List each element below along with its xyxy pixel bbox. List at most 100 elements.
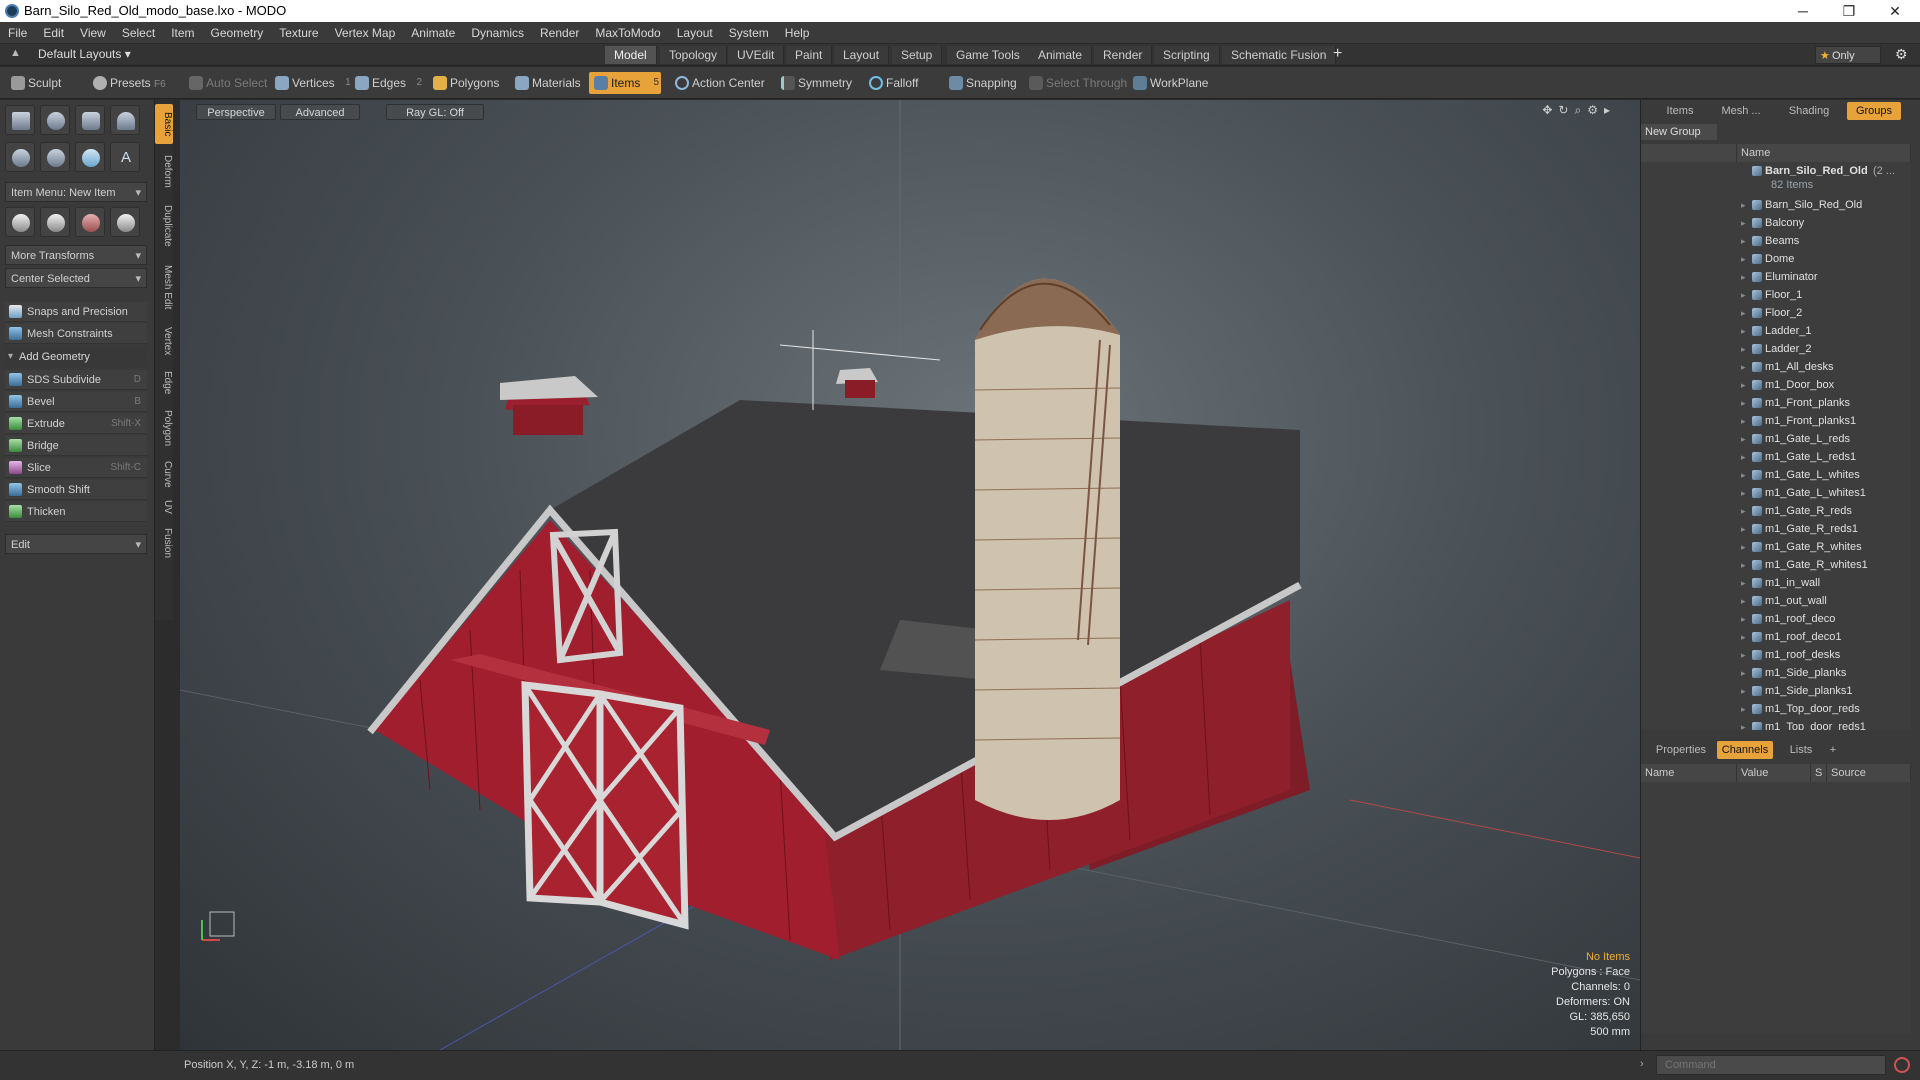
list-item[interactable]: ▸ m1_Top_door_reds	[1641, 700, 1911, 718]
list-item[interactable]: ▸ Beams	[1641, 232, 1911, 250]
menu-select[interactable]: Select	[114, 22, 163, 44]
rotate-tool-icon[interactable]	[40, 207, 70, 237]
menu-view[interactable]: View	[72, 22, 114, 44]
list-item[interactable]: ▸ m1_Door_box	[1641, 376, 1911, 394]
more-transforms-dropdown[interactable]: More Transforms	[5, 245, 147, 266]
menu-layout[interactable]: Layout	[669, 22, 721, 44]
list-item[interactable]: ▸ Barn_Silo_Red_Old	[1641, 196, 1911, 214]
tab-animate[interactable]: Animate	[1029, 46, 1093, 64]
list-item[interactable]: ▸ m1_roof_deco	[1641, 610, 1911, 628]
vtab-polygon[interactable]: Polygon	[155, 404, 173, 452]
tab-uvedit[interactable]: UVEdit	[728, 46, 785, 64]
tab-topology[interactable]: Topology	[660, 46, 728, 64]
list-item[interactable]: ▸ m1_Gate_L_reds	[1641, 430, 1911, 448]
tab-game-tools[interactable]: Game Tools	[947, 46, 1030, 64]
list-item[interactable]: ▸ Ladder_2	[1641, 340, 1911, 358]
list-item[interactable]: ▸ m1_Front_planks	[1641, 394, 1911, 412]
tab-model[interactable]: Model	[605, 46, 657, 64]
minimize-button[interactable]: ─	[1780, 0, 1826, 22]
list-item[interactable]: ▸ Balcony	[1641, 214, 1911, 232]
list-item[interactable]: ▸ m1_roof_deco1	[1641, 628, 1911, 646]
tool-slice[interactable]: Slice Shift-C	[5, 458, 147, 478]
items-button[interactable]: Items 5	[589, 72, 661, 94]
add-panel-tab[interactable]: +	[1825, 741, 1841, 759]
text-tool-icon[interactable]: A	[110, 142, 140, 172]
tab-lists[interactable]: Lists	[1781, 741, 1821, 759]
list-item[interactable]: ▸ m1_Gate_L_reds1	[1641, 448, 1911, 466]
vtab-mesh-edit[interactable]: Mesh Edit	[155, 258, 173, 316]
channel-value-header[interactable]: Value	[1737, 764, 1811, 782]
tab-setup[interactable]: Setup	[892, 46, 943, 64]
gear-icon[interactable]: ⚙	[1895, 46, 1908, 63]
list-item[interactable]: ▸ m1_Gate_R_whites1	[1641, 556, 1911, 574]
list-item[interactable]: ▸ m1_Top_door_reds1	[1641, 718, 1911, 730]
select-through-button[interactable]: Select Through	[1024, 72, 1133, 94]
close-button[interactable]: ✕	[1872, 0, 1918, 22]
action-center-button[interactable]: Action Center	[670, 72, 771, 94]
tab-render[interactable]: Render	[1094, 46, 1153, 64]
sphere-primitive-icon[interactable]	[40, 105, 70, 135]
transform-tool-icon[interactable]	[110, 207, 140, 237]
pen-tool-icon[interactable]	[75, 142, 105, 172]
channel-source-header[interactable]: Source	[1827, 764, 1911, 782]
channel-s-header[interactable]: S	[1811, 764, 1827, 782]
mesh-constraints-button[interactable]: Mesh Constraints	[5, 324, 147, 344]
tool-extrude[interactable]: Extrude Shift-X	[5, 414, 147, 434]
tab-layout[interactable]: Layout	[834, 46, 890, 64]
cube-primitive-icon[interactable]	[5, 105, 35, 135]
default-layouts-dropdown[interactable]: Default Layouts ▾	[38, 47, 131, 61]
menu-edit[interactable]: Edit	[35, 22, 72, 44]
menu-dynamics[interactable]: Dynamics	[463, 22, 532, 44]
vtab-duplicate[interactable]: Duplicate	[155, 198, 173, 254]
tool-smooth-shift[interactable]: Smooth Shift	[5, 480, 147, 500]
only-toggle[interactable]: ★ Only	[1815, 46, 1881, 64]
list-item[interactable]: ▸ m1_Gate_L_whites1	[1641, 484, 1911, 502]
tab-groups[interactable]: Groups	[1847, 102, 1901, 120]
tab-scripting[interactable]: Scripting	[1154, 46, 1220, 64]
scale-tool-icon[interactable]	[75, 207, 105, 237]
tab-mesh[interactable]: Mesh ...	[1711, 102, 1771, 120]
list-item[interactable]: ▸ m1_Gate_R_whites	[1641, 538, 1911, 556]
menu-maxtomodo[interactable]: MaxToModo	[587, 22, 668, 44]
vtab-basic[interactable]: Basic	[155, 104, 173, 144]
list-item[interactable]: ▸ m1_All_desks	[1641, 358, 1911, 376]
collapse-arrow-icon[interactable]: ▲	[10, 47, 21, 59]
menu-geometry[interactable]: Geometry	[203, 22, 272, 44]
list-item[interactable]: ▸ m1_in_wall	[1641, 574, 1911, 592]
tab-paint[interactable]: Paint	[786, 46, 833, 64]
menu-texture[interactable]: Texture	[271, 22, 326, 44]
torus-primitive-icon[interactable]	[5, 142, 35, 172]
tab-properties[interactable]: Properties	[1651, 741, 1711, 759]
new-group-button[interactable]: New Group	[1641, 124, 1717, 140]
maximize-button[interactable]: ❐	[1826, 0, 1872, 22]
3d-viewport[interactable]: Perspective Advanced Ray GL: Off ✥↻⌕⚙▸ N…	[180, 100, 1640, 1050]
list-item[interactable]: ▸ m1_Gate_L_whites	[1641, 466, 1911, 484]
tool-thicken[interactable]: Thicken	[5, 502, 147, 522]
tab-shading[interactable]: Shading	[1779, 102, 1839, 120]
edges-button[interactable]: Edges 2	[350, 72, 422, 94]
tab-items[interactable]: Items	[1655, 102, 1705, 120]
list-item[interactable]: ▸ m1_Side_planks	[1641, 664, 1911, 682]
command-input[interactable]	[1656, 1055, 1886, 1075]
list-item[interactable]: ▸ m1_Side_planks1	[1641, 682, 1911, 700]
name-column-header[interactable]: Name	[1737, 144, 1911, 162]
list-item[interactable]: ▸ m1_out_wall	[1641, 592, 1911, 610]
add-geometry-section[interactable]: Add Geometry	[5, 347, 147, 367]
center-selected-dropdown[interactable]: Center Selected	[5, 268, 147, 289]
move-tool-icon[interactable]	[5, 207, 35, 237]
add-tab-button[interactable]: +	[1333, 45, 1342, 63]
vtab-vertex[interactable]: Vertex	[155, 320, 173, 362]
list-item[interactable]: ▸ Ladder_1	[1641, 322, 1911, 340]
presets-button[interactable]: Presets F6	[88, 72, 172, 94]
tab-schematic-fusion[interactable]: Schematic Fusion	[1222, 46, 1337, 64]
list-item[interactable]: ▸ m1_Front_planks1	[1641, 412, 1911, 430]
list-item[interactable]: ▸ m1_roof_desks	[1641, 646, 1911, 664]
sculpt-button[interactable]: Sculpt	[6, 72, 67, 94]
falloff-button[interactable]: Falloff	[864, 72, 924, 94]
vtab-deform[interactable]: Deform	[155, 148, 173, 194]
vtab-fusion[interactable]: Fusion	[155, 522, 173, 564]
snaps-precision-button[interactable]: Snaps and Precision	[5, 302, 147, 322]
vtab-uv[interactable]: UV	[155, 496, 173, 518]
list-item[interactable]: ▸ Eluminator	[1641, 268, 1911, 286]
cylinder-primitive-icon[interactable]	[75, 105, 105, 135]
